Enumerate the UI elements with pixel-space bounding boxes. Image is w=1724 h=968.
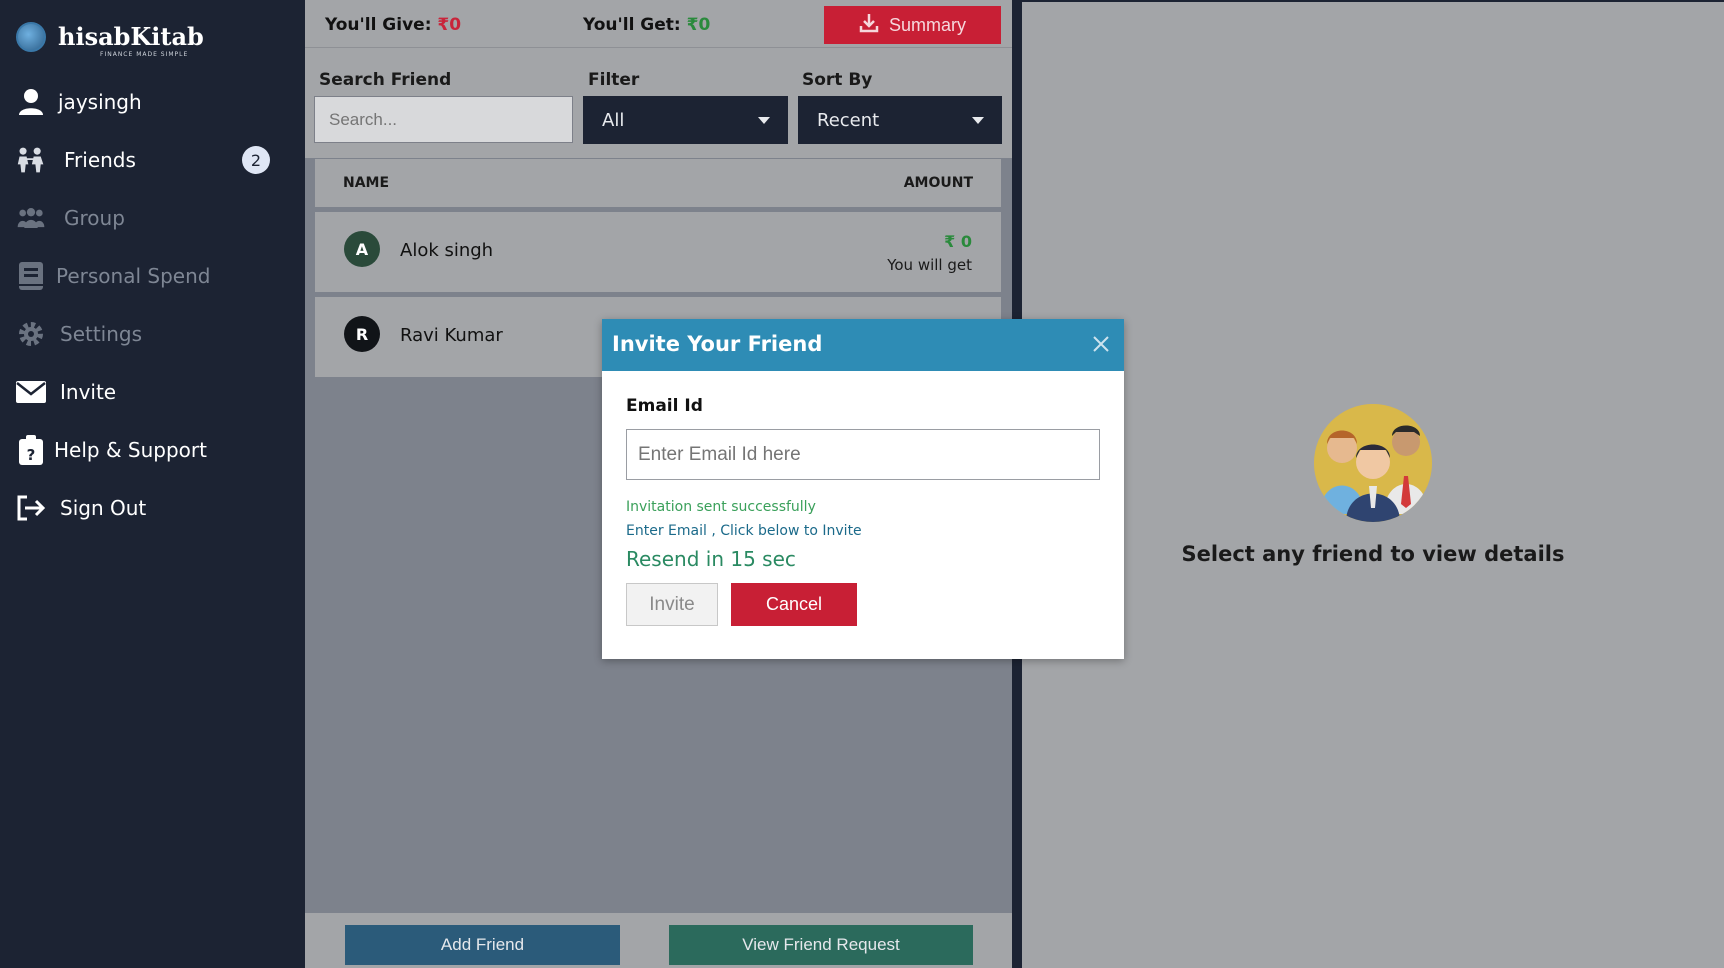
- caret-down-icon: [972, 117, 984, 124]
- search-input[interactable]: [314, 96, 573, 143]
- clipboard-question-icon: ?: [16, 435, 46, 465]
- sidebar-item-invite[interactable]: Invite: [16, 372, 116, 412]
- user-icon: [16, 87, 46, 117]
- sidebar-item-profile[interactable]: jaysingh: [16, 82, 142, 122]
- balance-bar: You'll Give: ₹0 You'll Get: ₹0 Summary: [305, 0, 1012, 48]
- get-summary: You'll Get: ₹0: [583, 15, 710, 35]
- select-friend-message: Select any friend to view details: [1181, 542, 1565, 566]
- column-amount: AMOUNT: [903, 175, 973, 191]
- sidebar-item-sign-out[interactable]: Sign Out: [16, 488, 146, 528]
- book-icon: [16, 261, 46, 291]
- bottom-actions: Add Friend View Friend Request: [305, 913, 1012, 968]
- summary-button[interactable]: Summary: [824, 6, 1001, 44]
- sidebar-item-group[interactable]: Group: [16, 198, 125, 238]
- avatar: R: [344, 316, 380, 352]
- avatar: A: [344, 231, 380, 267]
- sidebar-item-help-support[interactable]: ? Help & Support: [16, 430, 207, 470]
- sidebar-item-label: Invite: [60, 380, 117, 404]
- friend-amount-note: You will get: [887, 256, 972, 274]
- brand-name: hisabKitab: [58, 22, 204, 51]
- view-friend-request-button[interactable]: View Friend Request: [669, 925, 973, 965]
- get-value: ₹0: [686, 15, 711, 35]
- sidebar-item-settings[interactable]: Settings: [16, 314, 142, 354]
- friend-amount: ₹ 0: [944, 232, 972, 251]
- filter-label: Filter: [588, 70, 640, 90]
- table-header: NAME AMOUNT: [315, 159, 1001, 207]
- sidebar: hisabKitab FINANCE MADE SIMPLE jaysingh …: [0, 0, 295, 968]
- friend-name: Ravi Kumar: [400, 325, 503, 346]
- sort-select[interactable]: Recent: [798, 96, 1002, 144]
- filter-value: All: [602, 109, 625, 131]
- username-label: jaysingh: [58, 90, 142, 114]
- sidebar-item-label: Sign Out: [60, 496, 147, 520]
- app-logo[interactable]: hisabKitab FINANCE MADE SIMPLE: [16, 22, 204, 58]
- caret-down-icon: [758, 117, 770, 124]
- sign-out-icon: [16, 493, 46, 523]
- filter-bar: Search Friend Filter All Sort By Recent: [305, 48, 1012, 158]
- success-message: Invitation sent successfully: [626, 499, 816, 515]
- sidebar-item-label: Help & Support: [54, 438, 207, 462]
- sidebar-item-label: Personal Spend: [56, 264, 211, 288]
- cancel-button[interactable]: Cancel: [731, 583, 857, 626]
- sidebar-item-label: Friends: [64, 148, 136, 172]
- summary-label: Summary: [888, 14, 966, 35]
- brand-tagline: FINANCE MADE SIMPLE: [100, 51, 189, 58]
- email-field[interactable]: [626, 429, 1100, 480]
- search-friend-label: Search Friend: [319, 70, 452, 90]
- modal-header: Invite Your Friend: [602, 319, 1124, 371]
- get-label: You'll Get:: [583, 15, 681, 35]
- give-value: ₹0: [437, 15, 462, 35]
- sidebar-item-label: Settings: [60, 322, 143, 346]
- give-label: You'll Give:: [325, 15, 432, 35]
- gear-icon: [16, 319, 46, 349]
- give-summary: You'll Give: ₹0: [325, 15, 461, 35]
- sort-value: Recent: [817, 109, 880, 131]
- friend-name: Alok singh: [400, 240, 494, 261]
- email-label: Email Id: [626, 396, 703, 416]
- sidebar-item-label: Group: [64, 206, 125, 230]
- svg-text:?: ?: [27, 446, 36, 464]
- invite-button[interactable]: Invite: [626, 583, 718, 626]
- friends-icon: [16, 145, 46, 175]
- sort-by-label: Sort By: [802, 70, 873, 90]
- filter-select[interactable]: All: [583, 96, 788, 144]
- add-friend-button[interactable]: Add Friend: [345, 925, 620, 965]
- hint-message: Enter Email , Click below to Invite: [626, 523, 862, 539]
- sidebar-item-friends[interactable]: Friends: [16, 140, 136, 180]
- invite-friend-modal: Invite Your Friend Email Id Invitation s…: [602, 319, 1124, 659]
- group-icon: [16, 203, 46, 233]
- resend-countdown: Resend in 15 sec: [626, 547, 796, 571]
- modal-title: Invite Your Friend: [612, 332, 823, 356]
- globe-logo-icon: [16, 22, 46, 52]
- friends-count-badge: 2: [242, 146, 270, 174]
- sidebar-item-personal-spend[interactable]: Personal Spend: [16, 256, 210, 296]
- friend-details-panel: Select any friend to view details: [1022, 2, 1724, 968]
- column-name: NAME: [343, 175, 390, 191]
- table-row[interactable]: A Alok singh ₹ 0 You will get: [315, 212, 1001, 292]
- envelope-icon: [16, 377, 46, 407]
- download-icon: [859, 13, 879, 38]
- close-icon[interactable]: [1092, 333, 1110, 357]
- friends-illustration: [1314, 404, 1432, 522]
